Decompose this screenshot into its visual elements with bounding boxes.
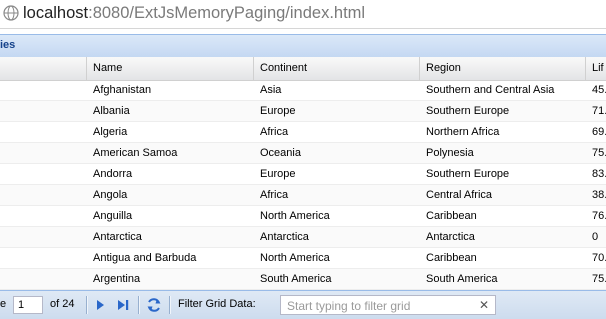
paging-toolbar: e 1 of 24 Filter Grid Data: ✕ [0,290,606,319]
row-number-cell [0,185,87,205]
cell-name: Angola [93,189,128,201]
column-header-name[interactable]: Name [87,57,254,80]
row-number-cell [0,101,87,121]
table-row[interactable]: American Samoa Oceania Polynesia 75. [0,143,606,164]
cell-life-expectancy: 71. [592,105,606,117]
toolbar-separator [169,296,171,314]
filter-field[interactable]: ✕ [280,295,496,316]
row-number-cell [0,164,87,184]
page-count-label: of 24 [50,298,75,310]
cell-continent: South America [260,273,332,285]
cell-region: Northern Africa [426,126,500,138]
panel-title: ies [0,39,16,51]
filter-label: Filter Grid Data: [178,298,256,310]
row-number-cell [0,122,87,142]
table-row[interactable]: Argentina South America South America 75. [0,269,606,290]
next-page-icon[interactable] [92,297,108,313]
grid-body: Afghanistan Asia Southern and Central Asia… [0,80,606,290]
row-number-cell [0,269,87,289]
row-number-cell [0,227,87,247]
url-host: localhost [23,4,89,22]
table-row[interactable]: Antigua and Barbuda North America Caribbea… [0,248,606,269]
table-row[interactable]: Albania Europe Southern Europe 71. [0,101,606,122]
cell-region: Caribbean [426,210,477,222]
cell-continent: Europe [260,168,296,180]
toolbar-separator [138,296,140,314]
table-row[interactable]: Andorra Europe Southern Europe 83. [0,164,606,185]
cell-name: Antarctica [93,231,142,243]
cell-life-expectancy: 70. [592,252,606,264]
cell-life-expectancy: 0 [592,231,599,243]
cell-life-expectancy: 75. [592,273,606,285]
cell-continent: Africa [260,126,289,138]
table-row[interactable]: Anguilla North America Caribbean 76. [0,206,606,227]
cell-name: Andorra [93,168,133,180]
column-header-rownumber[interactable] [0,57,87,80]
cell-life-expectancy: 75. [592,147,606,159]
cell-region: Southern and Central Asia [426,84,555,96]
url-text[interactable]: localhost:8080/ExtJsMemoryPaging/index.h… [23,3,365,23]
toolbar-separator [86,296,88,314]
cell-name: Algeria [93,126,128,138]
url-path: :8080/ExtJsMemoryPaging/index.html [88,4,366,22]
cell-continent: Oceania [260,147,301,159]
refresh-icon[interactable] [146,297,162,313]
cell-continent: Antarctica [260,231,309,243]
cell-continent: North America [260,210,330,222]
globe-icon [3,5,19,21]
filter-input[interactable] [281,296,479,316]
last-page-icon[interactable] [115,297,131,313]
cell-continent: Europe [260,105,296,117]
page-number-input[interactable]: 1 [13,296,43,314]
table-row[interactable]: Afghanistan Asia Southern and Central Asia… [0,80,606,101]
cell-continent: North America [260,252,330,264]
cell-name: Afghanistan [93,84,152,96]
grid-column-header: Name Continent Region Lif [0,57,606,81]
cell-region: Southern Europe [426,105,510,117]
cell-region: Caribbean [426,252,477,264]
row-number-cell [0,80,87,100]
column-header-continent[interactable]: Continent [254,57,420,80]
cell-life-expectancy: 38. [592,189,606,201]
cell-life-expectancy: 45. [592,84,606,96]
cell-name: Antigua and Barbuda [93,252,197,264]
table-row[interactable]: Algeria Africa Northern Africa 69. [0,122,606,143]
grid-panel-header: ies [0,34,606,59]
table-row[interactable]: Angola Africa Central Africa 38. [0,185,606,206]
cell-region: Polynesia [426,147,474,159]
cell-region: Antarctica [426,231,475,243]
cell-region: South America [426,273,498,285]
cell-region: Southern Europe [426,168,510,180]
cell-region: Central Africa [426,189,493,201]
column-header-life-expectancy[interactable]: Lif [586,57,606,80]
cell-name: Argentina [93,273,141,285]
row-number-cell [0,248,87,268]
clear-filter-icon[interactable]: ✕ [479,298,489,312]
table-row[interactable]: Antarctica Antarctica Antarctica 0 [0,227,606,248]
cell-name: Anguilla [93,210,133,222]
cell-name: Albania [93,105,130,117]
row-number-cell [0,206,87,226]
column-header-region[interactable]: Region [420,57,586,80]
cell-name: American Samoa [93,147,178,159]
cell-life-expectancy: 76. [592,210,606,222]
cell-life-expectancy: 69. [592,126,606,138]
page-label: e [0,298,7,310]
browser-address-bar[interactable]: localhost:8080/ExtJsMemoryPaging/index.h… [0,0,606,29]
cell-continent: Asia [260,84,282,96]
row-number-cell [0,143,87,163]
cell-life-expectancy: 83. [592,168,606,180]
cell-continent: Africa [260,189,289,201]
